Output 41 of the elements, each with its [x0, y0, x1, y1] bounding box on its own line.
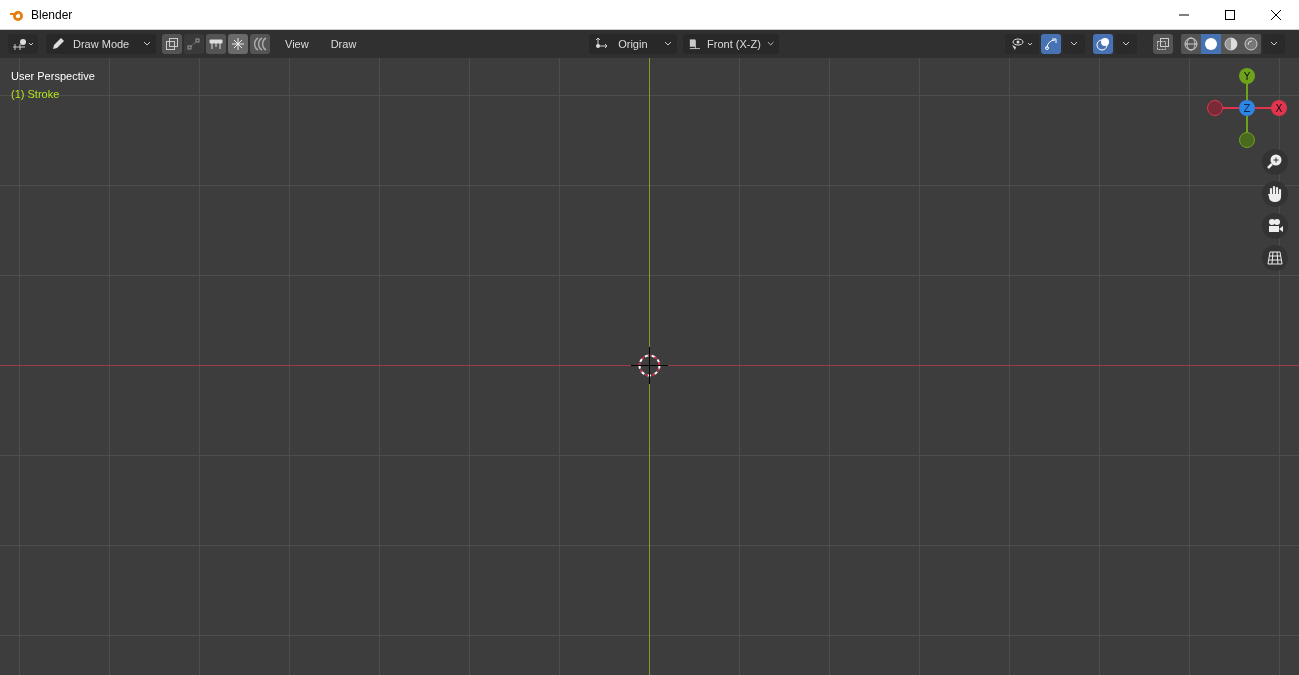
- pencil-icon: [51, 37, 65, 51]
- material-shading-button[interactable]: [1221, 34, 1241, 54]
- xray-toggle[interactable]: [1153, 34, 1173, 54]
- select-points-icon[interactable]: [162, 34, 182, 54]
- view-name-label: User Perspective: [11, 69, 95, 84]
- overlay-toggle[interactable]: [1093, 34, 1113, 54]
- grid-view-icon[interactable]: [1262, 245, 1288, 271]
- pan-hand-icon[interactable]: [1262, 181, 1288, 207]
- axis-handle[interactable]: Y: [1239, 68, 1255, 84]
- window-title: Blender: [31, 7, 73, 22]
- multiframe-icon[interactable]: [206, 34, 226, 54]
- onion-skin-icon[interactable]: [250, 34, 270, 54]
- gizmo-toggle[interactable]: [1041, 34, 1061, 54]
- solid-shading-button[interactable]: [1201, 34, 1221, 54]
- 3d-cursor-icon: [630, 346, 669, 385]
- axis-handle[interactable]: X: [1271, 100, 1287, 116]
- caret-icon: [143, 41, 151, 47]
- menu-item[interactable]: Draw: [323, 38, 364, 50]
- close-icon[interactable]: [1270, 8, 1282, 21]
- zoom-icon[interactable]: [1262, 149, 1288, 175]
- rendered-shading-button[interactable]: [1241, 34, 1261, 54]
- snowflake-icon[interactable]: [228, 34, 248, 54]
- caret-icon: [664, 41, 673, 47]
- caret-icon: [766, 41, 775, 47]
- orientation-icon: [688, 37, 702, 51]
- menu-item[interactable]: View: [278, 38, 316, 50]
- negative-y-handle[interactable]: [1239, 132, 1255, 148]
- object-name-label: (1) Stroke: [11, 87, 61, 102]
- visibility-dropdown[interactable]: [1005, 34, 1039, 54]
- pivot-dropdown[interactable]: Origin: [589, 34, 678, 54]
- select-stroke-icon[interactable]: [184, 34, 204, 54]
- eye-icon: [1009, 37, 1035, 51]
- maximize-icon[interactable]: [1224, 8, 1236, 21]
- negative-x-handle[interactable]: [1207, 100, 1223, 116]
- editor-type-icon: [11, 37, 35, 51]
- axis-handle[interactable]: Z: [1239, 100, 1255, 116]
- editor-type-button[interactable]: [8, 34, 38, 54]
- mode-dropdown[interactable]: Draw Mode: [46, 34, 156, 54]
- orientation-dropdown[interactable]: Front (X-Z): [683, 34, 780, 54]
- camera-icon[interactable]: [1262, 213, 1288, 239]
- wireframe-shading-button[interactable]: [1181, 34, 1201, 54]
